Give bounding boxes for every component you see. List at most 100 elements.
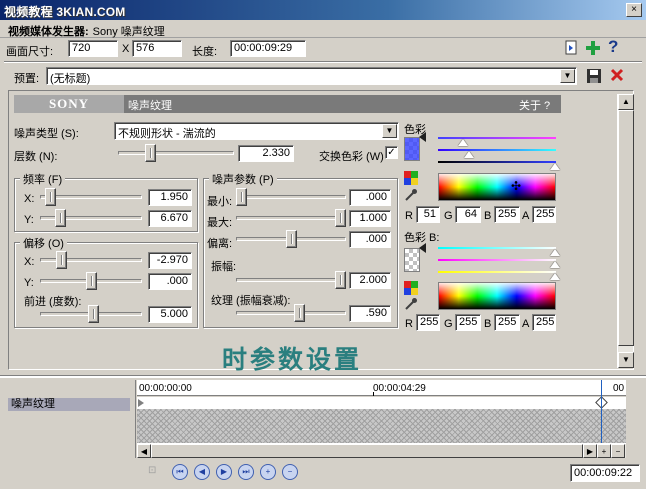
preset-combo[interactable]: (无标题) ▼ — [46, 67, 577, 85]
offset-y-slider[interactable] — [40, 272, 142, 290]
frequency-x-slider[interactable] — [40, 188, 142, 206]
offset-y-thumb[interactable] — [86, 272, 97, 290]
zoom-in-button[interactable]: + — [597, 444, 611, 458]
color2-r-marker[interactable] — [550, 249, 560, 256]
min-thumb[interactable] — [236, 188, 247, 206]
texture-slider[interactable] — [236, 304, 346, 322]
frame-height-field[interactable]: 576 — [132, 40, 182, 57]
color1-b-field[interactable]: 255 — [494, 206, 520, 223]
frequency-y-slider[interactable] — [40, 209, 142, 227]
advance-field[interactable]: 5.000 — [148, 306, 192, 323]
scroll-right-button[interactable]: ▶ — [583, 444, 597, 458]
layers-field[interactable]: 2.330 — [238, 145, 294, 162]
timeline-hscroll[interactable]: ◀ ▶ + − — [137, 443, 626, 458]
close-button[interactable]: × — [626, 3, 642, 17]
color2-g-field[interactable]: 255 — [455, 314, 481, 331]
max-label: 最大: — [207, 217, 233, 229]
current-time-field[interactable]: 00:00:09:22 — [570, 464, 640, 482]
save-preset-icon[interactable] — [586, 68, 602, 84]
frequency-y-thumb[interactable] — [55, 209, 66, 227]
chevron-down-icon[interactable]: ▼ — [382, 124, 397, 138]
max-slider[interactable] — [236, 209, 346, 227]
bias-thumb[interactable] — [286, 230, 297, 248]
frame-width-field[interactable]: 720 — [68, 40, 118, 57]
help-icon[interactable]: ? — [608, 37, 618, 57]
settings-scrollbar[interactable]: ▲ ▼ — [617, 94, 634, 368]
timeline-track-label[interactable]: 噪声纹理 — [8, 398, 130, 411]
length-label: 长度: — [192, 46, 218, 58]
frequency-x-field[interactable]: 1.950 — [148, 189, 192, 206]
color1-r-marker[interactable] — [458, 139, 468, 146]
frequency-y-field[interactable]: 6.670 — [148, 210, 192, 227]
color1-g-field[interactable]: 64 — [455, 206, 481, 223]
advance-slider[interactable] — [40, 305, 142, 323]
eyedropper-icon[interactable] — [404, 188, 418, 202]
scroll-thumb[interactable] — [618, 110, 634, 346]
color2-b-field[interactable]: 255 — [494, 314, 520, 331]
offset-x-slider[interactable] — [40, 251, 142, 269]
scroll-up-button[interactable]: ▲ — [618, 94, 634, 110]
offset-y-field[interactable]: .000 — [148, 273, 192, 290]
plugin-chain-icon[interactable] — [585, 40, 601, 56]
color1-g-marker[interactable] — [464, 151, 474, 158]
keyframe-start-icon[interactable] — [138, 399, 144, 407]
scroll-left-button[interactable]: ◀ — [137, 444, 151, 458]
scroll-down-button[interactable]: ▼ — [618, 352, 634, 368]
next-keyframe-button[interactable]: ▶ — [216, 464, 232, 480]
prev-keyframe-button[interactable]: ◀ — [194, 464, 210, 480]
delete-preset-icon[interactable] — [609, 67, 625, 83]
size-x-separator: X — [122, 43, 130, 55]
offset-group-title: 偏移 (O) — [20, 235, 67, 251]
swap-colors-checkbox[interactable]: ✓ — [385, 146, 398, 159]
color1-swatch[interactable] — [404, 137, 420, 161]
bias-field[interactable]: .000 — [349, 231, 391, 248]
length-field[interactable]: 00:00:09:29 — [230, 40, 306, 57]
texture-field[interactable]: .590 — [349, 305, 391, 322]
page-icon[interactable] — [563, 40, 579, 56]
min-slider[interactable] — [236, 188, 346, 206]
layers-slider-thumb[interactable] — [145, 144, 156, 162]
color2-g-bar — [438, 259, 556, 261]
color1-b-marker[interactable] — [550, 163, 560, 170]
color1-r-field[interactable]: 51 — [416, 206, 440, 223]
color2-spectrum[interactable] — [438, 282, 556, 310]
color2-b-marker[interactable] — [550, 273, 560, 280]
keyframe-track[interactable] — [137, 409, 626, 443]
hscroll-thumb[interactable] — [151, 444, 583, 458]
ruler-tick — [373, 392, 374, 396]
texture-thumb[interactable] — [294, 304, 305, 322]
max-field[interactable]: 1.000 — [349, 210, 391, 227]
frequency-x-thumb[interactable] — [45, 188, 56, 206]
min-field[interactable]: .000 — [349, 189, 391, 206]
layers-slider[interactable] — [118, 144, 234, 162]
amplitude-field[interactable]: 2.000 — [349, 272, 391, 289]
max-thumb[interactable] — [335, 209, 346, 227]
offset-x-thumb[interactable] — [56, 251, 67, 269]
palette-icon[interactable] — [404, 171, 418, 185]
color2-a-field[interactable]: 255 — [532, 314, 556, 331]
first-keyframe-button[interactable]: ⏮ — [172, 464, 188, 480]
about-link[interactable]: 关于 ? — [519, 97, 550, 113]
zoom-out-button[interactable]: − — [611, 444, 625, 458]
advance-thumb[interactable] — [88, 305, 99, 323]
amplitude-thumb[interactable] — [335, 271, 346, 289]
add-keyframe-button[interactable]: + — [260, 464, 276, 480]
color2-swatch[interactable] — [404, 248, 420, 272]
color1-spectrum[interactable]: ✣ — [438, 173, 556, 201]
palette-icon-2[interactable] — [404, 281, 418, 295]
color2-r-field[interactable]: 255 — [416, 314, 440, 331]
offset-x-field[interactable]: -2.970 — [148, 252, 192, 269]
bias-slider[interactable] — [236, 230, 346, 248]
color1-a-field[interactable]: 255 — [532, 206, 556, 223]
noise-type-select[interactable]: 不规则形状 - 湍流的 ▼ — [114, 122, 399, 140]
texture-track — [236, 311, 346, 315]
timeline-ruler[interactable]: 00:00:00:00 00:00:04:29 00 — [137, 380, 626, 396]
chevron-down-icon[interactable]: ▼ — [560, 69, 575, 83]
delete-keyframe-button[interactable]: − — [282, 464, 298, 480]
eyedropper-icon-2[interactable] — [404, 297, 418, 311]
last-keyframe-button[interactable]: ⏭ — [238, 464, 254, 480]
keyframe-row[interactable] — [137, 396, 626, 409]
lock-icon[interactable]: ⊡ — [148, 465, 156, 476]
color2-g-marker[interactable] — [550, 261, 560, 268]
amplitude-slider[interactable] — [236, 271, 346, 289]
